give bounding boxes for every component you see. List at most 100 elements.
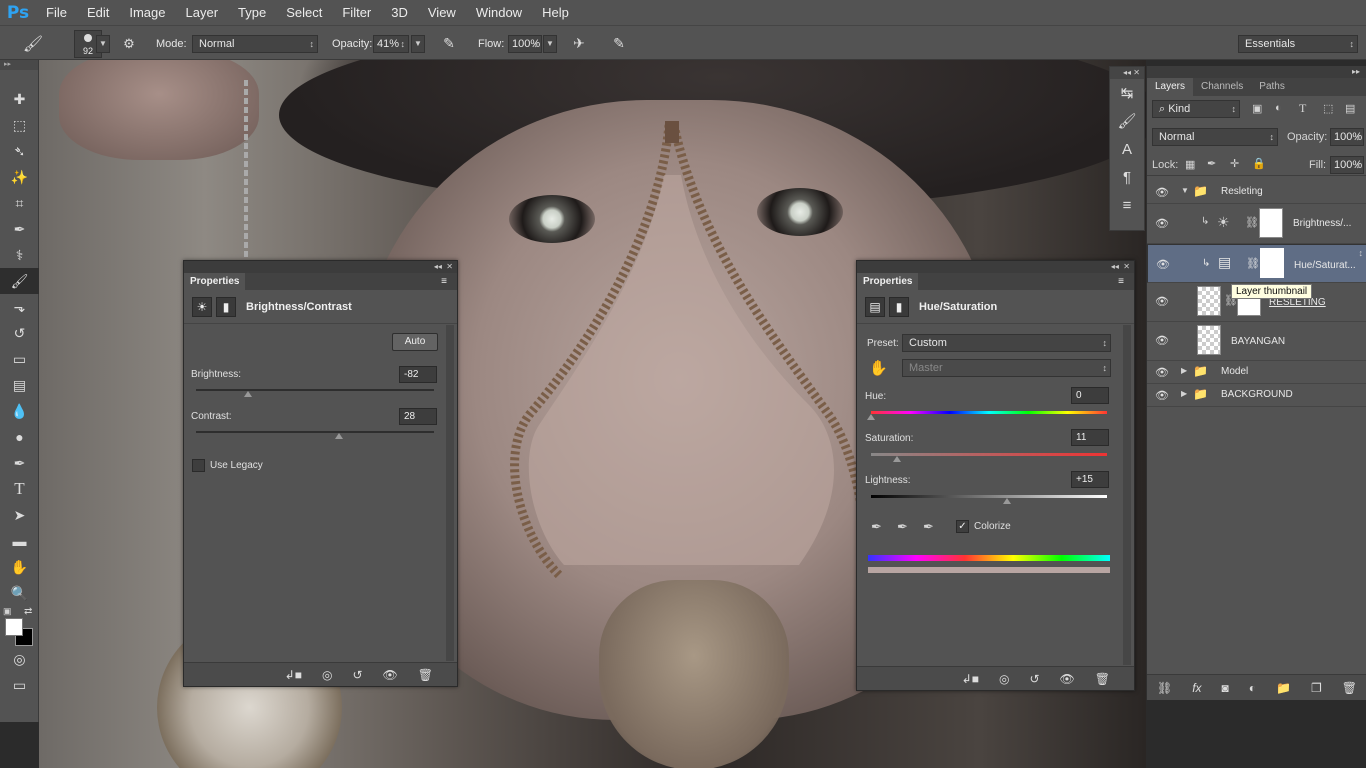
contrast-slider-handle[interactable] [334,433,343,439]
type-tool-icon[interactable]: T [0,476,39,502]
filter-smart-object-icon[interactable]: ▤ [1345,102,1355,115]
auto-button[interactable]: Auto [392,333,438,351]
reset-icon[interactable]: ↺ [352,668,362,682]
crop-tool-icon[interactable]: ⌗ [0,190,39,216]
layer-opacity-input[interactable]: 100% [1330,128,1364,146]
new-adjustment-icon[interactable]: ◐ [1249,681,1256,695]
eraser-tool-icon[interactable]: ▭ [0,346,39,372]
stamp-tool-icon[interactable]: ⬎ [0,294,39,320]
history-brush-tool-icon[interactable]: ↺ [0,320,39,346]
lock-image-icon[interactable]: ✒ [1207,157,1216,170]
saturation-slider-handle[interactable] [892,456,901,462]
menu-file[interactable]: File [36,0,77,25]
view-previous-icon[interactable]: ◎ [999,672,1009,686]
visibility-eye-icon[interactable]: 👁 [1155,334,1169,347]
dock-collapse-icon[interactable]: ◂◂ ✕ [1110,67,1144,79]
layer-filter-select[interactable]: ⌕ Kind [1152,100,1240,118]
add-mask-icon[interactable]: ◙ [1222,681,1229,695]
clip-to-layer-icon[interactable]: ↲■ [285,668,302,682]
lightness-input[interactable]: +15 [1071,471,1109,488]
menu-layer[interactable]: Layer [176,0,229,25]
layer-row-model-group[interactable]: 👁 ▶ 📁 Model [1147,361,1366,384]
group-collapsed-icon[interactable]: ▶ [1181,366,1187,375]
mode-select[interactable]: Normal [192,34,318,53]
flow-dropdown[interactable]: ▼ [543,34,557,53]
tab-channels[interactable]: Channels [1193,78,1251,96]
layer-thumbnail[interactable] [1197,325,1221,355]
brightness-adjustment-icon[interactable]: ☀ [192,296,212,317]
properties-tab[interactable]: Properties ≡ [184,273,457,290]
filter-pixel-icon[interactable]: ▣ [1252,102,1262,115]
foreground-color-swatch[interactable] [5,618,23,636]
clip-to-layer-icon[interactable]: ↲■ [962,672,979,686]
workspace-select[interactable]: Essentials [1238,34,1358,53]
dodge-tool-icon[interactable]: ● [0,424,39,450]
lock-position-icon[interactable]: ✛ [1230,157,1239,170]
healing-tool-icon[interactable]: ⚕ [0,242,39,268]
panel-menu-icon[interactable]: ≡ [435,273,453,290]
panel-collapse-close-icon[interactable]: ◂◂ ✕ [857,261,1134,273]
new-layer-icon[interactable]: ❐ [1311,681,1322,695]
visibility-eye-icon[interactable]: 👁 [1155,295,1169,308]
properties-tab[interactable]: Properties ≡ [857,273,1134,290]
layer-row-brightness[interactable]: 👁 ↳ ☀ ⛓ Brightness/... [1147,204,1366,244]
eyedropper-subtract-icon[interactable]: ✒ [923,519,934,535]
visibility-eye-icon[interactable]: 👁 [1156,257,1170,273]
hue-input[interactable]: 0 [1071,387,1109,404]
layer-row-resleting-group[interactable]: 👁 ▼ 📁 Resleting [1147,180,1366,204]
mask-thumbnail[interactable] [1260,248,1284,278]
filter-type-icon[interactable]: T [1299,101,1306,116]
visibility-eye-icon[interactable]: 👁 [1155,389,1169,402]
mask-icon[interactable]: ▮ [889,296,909,317]
eyedropper-tool-icon[interactable]: ✒ [0,216,39,242]
quick-mask-icon[interactable]: ◎ [0,646,39,672]
saturation-slider-track[interactable] [871,453,1107,456]
panel-scrollbar[interactable] [446,325,454,661]
brush-preset-icon[interactable]: 🖌 [18,26,48,61]
layer-row-background-group[interactable]: 👁 ▶ 📁 BACKGROUND [1147,384,1366,407]
toggle-visibility-eye-icon[interactable]: 👁 [383,668,398,682]
default-colors-icon[interactable]: ▣ [3,606,12,617]
zoom-tool-icon[interactable]: 🔍 [0,580,39,606]
brush-panel-toggle-icon[interactable]: ⚙ [118,26,140,61]
hand-tool-icon[interactable]: ✋ [0,554,39,580]
delete-adjustment-icon[interactable]: 🗑 [418,668,433,682]
opacity-input[interactable]: 41% [373,34,409,53]
filter-adjustment-icon[interactable]: ◐ [1275,102,1282,114]
hue-slider-handle[interactable] [867,414,875,420]
menu-type[interactable]: Type [228,0,276,25]
fill-input[interactable]: 100% [1330,156,1364,174]
toggle-visibility-eye-icon[interactable]: 👁 [1060,672,1075,686]
lightness-slider-handle[interactable] [1002,498,1011,504]
mask-icon[interactable]: ▮ [216,296,236,317]
visibility-eye-icon[interactable]: 👁 [1155,366,1169,379]
preset-select[interactable]: Custom [902,334,1111,352]
airbrush-icon[interactable]: ✈ [568,26,590,61]
path-selection-tool-icon[interactable]: ➤ [0,502,39,528]
filter-shape-icon[interactable]: ⬚ [1323,102,1333,115]
move-tool-icon[interactable]: ✚ [0,86,39,112]
paragraph-panel-icon[interactable]: ¶ [1110,163,1144,191]
menu-3d[interactable]: 3D [381,0,418,25]
mask-thumbnail[interactable] [1259,208,1283,238]
menu-filter[interactable]: Filter [332,0,381,25]
brightness-slider-track[interactable] [196,389,434,391]
pressure-opacity-icon[interactable]: ✎ [438,26,460,61]
screen-mode-icon[interactable]: ▭ [0,672,39,698]
menu-window[interactable]: Window [466,0,532,25]
menu-help[interactable]: Help [532,0,579,25]
contrast-slider-track[interactable] [196,431,434,433]
brightness-input[interactable]: -82 [399,366,437,383]
character-panel-icon[interactable]: A [1110,135,1144,163]
targeted-adjustment-hand-icon[interactable]: ✋ [869,359,888,377]
menu-view[interactable]: View [418,0,466,25]
menu-select[interactable]: Select [276,0,332,25]
toolbar-grip[interactable]: ▸▸ [0,60,38,70]
blend-mode-select[interactable]: Normal [1152,128,1278,146]
lock-all-icon[interactable]: 🔒 [1252,157,1266,170]
lock-transparent-icon[interactable]: ▦ [1185,158,1195,171]
brightness-slider-handle[interactable] [244,391,253,397]
panel-collapse-close-icon[interactable]: ◂◂ ✕ [184,261,457,273]
pen-tool-icon[interactable]: ✒ [0,450,39,476]
flow-input[interactable]: 100% [508,34,542,53]
